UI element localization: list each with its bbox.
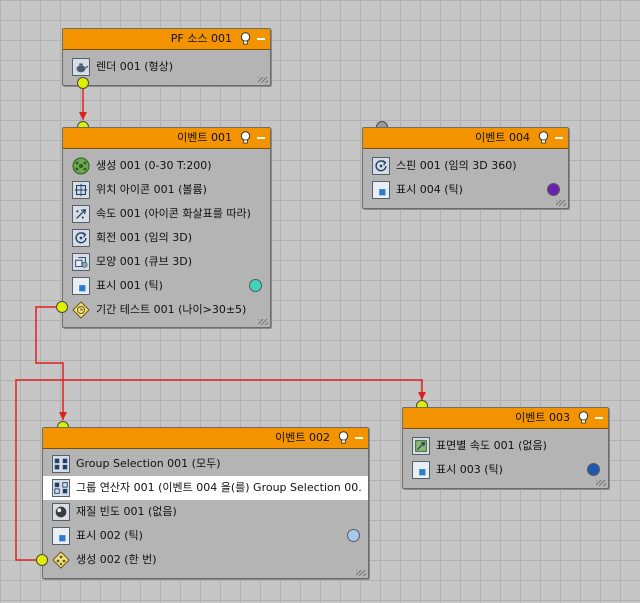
operator-row-position-icon[interactable]: 위치 아이콘 001 (볼륨): [63, 178, 270, 202]
display-icon: [372, 181, 390, 199]
node-title: 이벤트 002: [275, 431, 330, 444]
display-color-swatch[interactable]: [249, 279, 262, 292]
operator-row-age-test[interactable]: 기간 테스트 001 (나이>30±5): [63, 298, 270, 322]
operator-label: 표시 001 (틱): [96, 279, 163, 292]
operator-row-spin[interactable]: 스핀 001 (임의 3D 360): [363, 154, 568, 178]
display-color-swatch[interactable]: [347, 529, 360, 542]
collapse-icon[interactable]: [555, 137, 563, 139]
resize-handle[interactable]: [596, 480, 606, 486]
node-event-004[interactable]: 이벤트 004 스핀 001 (임의 3D 360) 표시 004 (틱): [362, 127, 569, 209]
speed-icon: [72, 205, 90, 223]
display-color-swatch[interactable]: [547, 183, 560, 196]
operator-row-display[interactable]: 표시 002 (틱): [43, 524, 368, 548]
node-title: 이벤트 001: [177, 131, 232, 144]
operator-row-material-frequency[interactable]: 재질 빈도 001 (없음): [43, 500, 368, 524]
node-pf-source[interactable]: PF 소스 001 렌더 001 (형상): [62, 28, 271, 86]
operator-row-speed-by-surface[interactable]: 표면별 속도 001 (없음): [403, 434, 608, 458]
teapot-icon: [72, 58, 90, 76]
display-icon: [52, 527, 70, 545]
lightbulb-icon[interactable]: [240, 131, 251, 144]
shape-icon: [72, 253, 90, 271]
operator-row-rotation[interactable]: 회전 001 (임의 3D): [63, 226, 270, 250]
node-header[interactable]: 이벤트 002: [43, 428, 368, 449]
position-icon: [72, 181, 90, 199]
collapse-icon[interactable]: [257, 137, 265, 139]
lightbulb-icon[interactable]: [578, 411, 589, 424]
node-title: PF 소스 001: [170, 32, 232, 45]
group-operator-icon: [52, 479, 70, 497]
operator-label: 표면별 속도 001 (없음): [436, 439, 547, 452]
operator-row-speed[interactable]: 속도 001 (아이콘 화살표를 따라): [63, 202, 270, 226]
node-title: 이벤트 003: [515, 411, 570, 424]
operator-row-spawn[interactable]: 생성 002 (한 번): [43, 548, 368, 572]
resize-handle[interactable]: [258, 77, 268, 83]
operator-label: 표시 004 (틱): [396, 183, 463, 196]
operator-row-display[interactable]: 표시 001 (틱): [63, 274, 270, 298]
test-output-port[interactable]: [36, 554, 48, 566]
node-title: 이벤트 004: [475, 131, 530, 144]
operator-label: 회전 001 (임의 3D): [96, 231, 193, 244]
operator-label: 생성 001 (0-30 T:200): [96, 159, 212, 172]
operator-label: Group Selection 001 (모두): [76, 457, 221, 470]
node-event-002[interactable]: 이벤트 002 Group Selection 001 (모두) 그룹 연산자 …: [42, 427, 369, 579]
operator-label: 기간 테스트 001 (나이>30±5): [96, 303, 247, 316]
rotation-icon: [72, 229, 90, 247]
operator-label: 스핀 001 (임의 3D 360): [396, 159, 517, 172]
resize-handle[interactable]: [556, 200, 566, 206]
node-event-001[interactable]: 이벤트 001 생성 001 (0-30 T:200) 위치 아이콘 001 (…: [62, 127, 271, 328]
node-header[interactable]: 이벤트 004: [363, 128, 568, 149]
node-header[interactable]: 이벤트 001: [63, 128, 270, 149]
wire-arrow-event3: [418, 392, 426, 400]
resize-handle[interactable]: [258, 319, 268, 325]
display-icon: [412, 461, 430, 479]
operator-label: 재질 빈도 001 (없음): [76, 505, 177, 518]
operator-row-shape[interactable]: 모양 001 (큐브 3D): [63, 250, 270, 274]
wire-agetest-to-event2: [35, 306, 64, 420]
collapse-icon[interactable]: [257, 38, 265, 40]
display-color-swatch[interactable]: [587, 463, 600, 476]
node-header[interactable]: 이벤트 003: [403, 408, 608, 429]
speed-by-surface-icon: [412, 437, 430, 455]
operator-row[interactable]: 렌더 001 (형상): [63, 55, 270, 79]
operator-row-group-selection[interactable]: Group Selection 001 (모두): [43, 452, 368, 476]
operator-row-display[interactable]: 표시 003 (틱): [403, 458, 608, 482]
operator-label: 생성 002 (한 번): [76, 553, 157, 566]
operator-row-display[interactable]: 표시 004 (틱): [363, 178, 568, 202]
collapse-icon[interactable]: [595, 417, 603, 419]
node-header[interactable]: PF 소스 001: [63, 29, 270, 50]
operator-label: 그룹 연산자 001 (이벤트 004 을(를) Group Selection…: [76, 481, 362, 494]
material-frequency-icon: [52, 503, 70, 521]
lightbulb-icon[interactable]: [538, 131, 549, 144]
operator-label: 속도 001 (아이콘 화살표를 따라): [96, 207, 251, 220]
spin-icon: [372, 157, 390, 175]
spawn-icon: [52, 551, 70, 569]
display-icon: [72, 277, 90, 295]
collapse-icon[interactable]: [355, 437, 363, 439]
operator-label: 렌더 001 (형상): [96, 60, 174, 73]
output-port[interactable]: [77, 77, 89, 89]
operator-label: 모양 001 (큐브 3D): [96, 255, 193, 268]
test-output-port[interactable]: [56, 301, 68, 313]
resize-handle[interactable]: [356, 570, 366, 576]
operator-label: 표시 002 (틱): [76, 529, 143, 542]
age-test-icon: [72, 301, 90, 319]
operator-row-group-operator[interactable]: 그룹 연산자 001 (이벤트 004 을(를) Group Selection…: [43, 476, 368, 500]
group-selection-icon: [52, 455, 70, 473]
operator-row-birth[interactable]: 생성 001 (0-30 T:200): [63, 154, 270, 178]
node-event-003[interactable]: 이벤트 003 표면별 속도 001 (없음) 표시 003 (틱): [402, 407, 609, 489]
wire-arrow-event1: [79, 112, 87, 120]
wire-arrow-event2: [59, 412, 67, 420]
operator-label: 위치 아이콘 001 (볼륨): [96, 183, 207, 196]
lightbulb-icon[interactable]: [338, 431, 349, 444]
operator-label: 표시 003 (틱): [436, 463, 503, 476]
lightbulb-icon[interactable]: [240, 32, 251, 45]
birth-icon: [72, 157, 90, 175]
